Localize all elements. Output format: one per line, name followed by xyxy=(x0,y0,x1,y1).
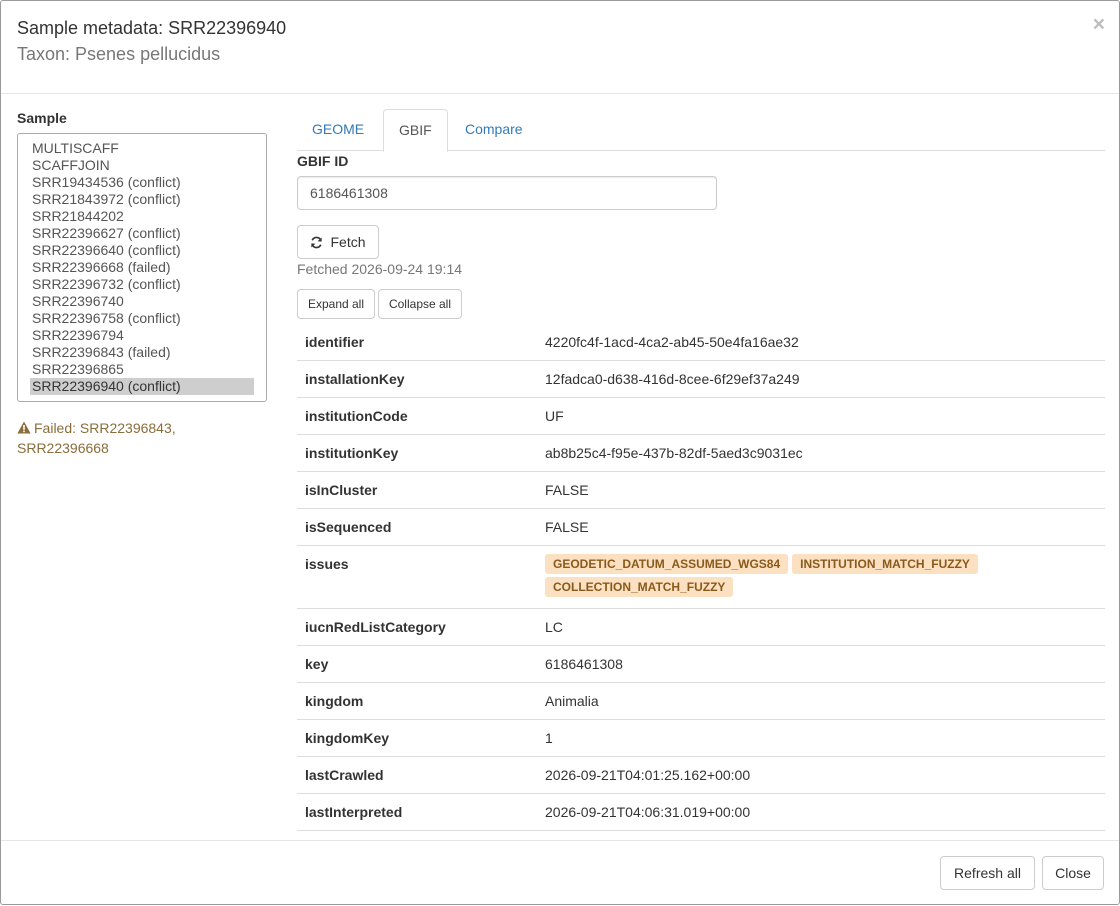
field-value: FALSE xyxy=(545,482,589,498)
field-value: 4220fc4f-1acd-4ca2-ab45-50e4fa16ae32 xyxy=(545,334,799,350)
issue-badges: GEODETIC_DATUM_ASSUMED_WGS84 INSTITUTION_… xyxy=(537,546,1105,608)
sample-option[interactable]: SRR22396640 (conflict) xyxy=(30,242,254,259)
table-row: lastCrawled 2026-09-21T04:01:25.162+00:00 xyxy=(297,757,1105,794)
field-name: institutionCode xyxy=(305,408,408,424)
sample-panel: Sample MULTISCAFF SCAFFJOIN SRR19434536 (c… xyxy=(17,110,267,458)
sample-option[interactable]: SRR22396732 (conflict) xyxy=(30,276,254,293)
modal-header: Sample metadata: SRR22396940 Taxon: Psen… xyxy=(1,1,1119,94)
sample-option[interactable]: SRR22396794 xyxy=(30,327,254,344)
field-value: Animalia xyxy=(545,693,599,709)
table-row: iucnRedListCategory LC xyxy=(297,609,1105,646)
field-value: FALSE xyxy=(545,519,589,535)
refresh-all-button[interactable]: Refresh all xyxy=(940,856,1035,890)
sample-option[interactable]: SRR22396843 (failed) xyxy=(30,344,254,361)
field-name: kingdomKey xyxy=(305,730,390,746)
sample-option[interactable]: SRR21843972 (conflict) xyxy=(30,191,254,208)
taxon-subtitle: Taxon: Psenes pellucidus xyxy=(17,44,221,64)
field-value: 12fadca0-d638-416d-8cee-6f29ef37a249 xyxy=(545,371,800,387)
sample-option[interactable]: SRR19434536 (conflict) xyxy=(30,174,254,191)
sample-option[interactable]: MULTISCAFF xyxy=(30,140,254,157)
sample-label: Sample xyxy=(17,110,67,126)
refresh-icon xyxy=(311,236,323,248)
field-name: iucnRedListCategory xyxy=(305,619,446,635)
table-row: issues GEODETIC_DATUM_ASSUMED_WGS84 INSTIT… xyxy=(297,546,1105,609)
fetched-timestamp: Fetched 2026-09-24 19:14 xyxy=(297,261,463,277)
sample-option[interactable]: SRR21844202 xyxy=(30,208,254,225)
sample-option[interactable]: SRR22396740 xyxy=(30,293,254,310)
modal-footer: Refresh all Close xyxy=(1,840,1119,906)
field-value: 1 xyxy=(545,730,553,746)
table-row: installationKey 12fadca0-d638-416d-8cee-6… xyxy=(297,361,1105,398)
tab-bar: GEOME GBIF Compare xyxy=(297,109,1105,152)
gbif-record-table: identifier 4220fc4f-1acd-4ca2-ab45-50e4fa… xyxy=(297,324,1105,831)
issue-badge: GEODETIC_DATUM_ASSUMED_WGS84 xyxy=(545,554,789,574)
failed-warning: Failed: SRR22396843, SRR22396668 xyxy=(17,418,267,458)
table-row: lastInterpreted 2026-09-21T04:06:31.019+0… xyxy=(297,794,1105,831)
table-row: institutionCode UF xyxy=(297,398,1105,435)
collapse-all-button[interactable]: Collapse all xyxy=(378,289,462,319)
fetch-label: Fetch xyxy=(330,234,366,250)
details-panel: GEOME GBIF Compare GBIF ID Fetch Fetched… xyxy=(297,109,1105,831)
modal-title: Sample metadata: SRR22396940 xyxy=(17,18,287,38)
table-row: kingdom Animalia xyxy=(297,683,1105,720)
field-name: lastCrawled xyxy=(305,767,384,783)
sample-listbox[interactable]: MULTISCAFF SCAFFJOIN SRR19434536 (conflict… xyxy=(17,133,267,402)
fetch-button[interactable]: Fetch xyxy=(297,225,379,259)
tab-geome[interactable]: GEOME xyxy=(297,109,379,151)
field-name: institutionKey xyxy=(305,445,399,461)
field-value: 6186461308 xyxy=(545,656,623,672)
field-name: lastInterpreted xyxy=(305,804,403,820)
table-row: isSequenced FALSE xyxy=(297,509,1105,546)
field-value: ab8b25c4-f95e-437b-82df-5aed3c9031ec xyxy=(545,445,803,461)
field-value: 2026-09-21T04:06:31.019+00:00 xyxy=(545,804,751,820)
field-name: isSequenced xyxy=(305,519,392,535)
field-value: 2026-09-21T04:01:25.162+00:00 xyxy=(545,767,751,783)
table-row: kingdomKey 1 xyxy=(297,720,1105,757)
close-icon[interactable]: × xyxy=(1093,14,1105,35)
sample-option[interactable]: SRR22396627 (conflict) xyxy=(30,225,254,242)
field-name: kingdom xyxy=(305,693,364,709)
failed-warning-text: Failed: SRR22396843, SRR22396668 xyxy=(17,420,176,456)
field-name: isInCluster xyxy=(305,482,378,498)
field-name: installationKey xyxy=(305,371,405,387)
table-row: institutionKey ab8b25c4-f95e-437b-82df-5a… xyxy=(297,435,1105,472)
tab-compare[interactable]: Compare xyxy=(450,109,538,151)
issue-badge: INSTITUTION_MATCH_FUZZY xyxy=(792,554,978,574)
table-row: key 6186461308 xyxy=(297,646,1105,683)
gbif-id-label: GBIF ID xyxy=(297,153,349,169)
sample-option[interactable]: SRR22396758 (conflict) xyxy=(30,310,254,327)
field-value: UF xyxy=(545,408,564,424)
field-name: issues xyxy=(305,556,349,572)
tab-gbif[interactable]: GBIF xyxy=(383,109,448,152)
field-name: identifier xyxy=(305,334,365,350)
table-row: isInCluster FALSE xyxy=(297,472,1105,509)
sample-option[interactable]: SRR22396940 (conflict) xyxy=(30,378,254,395)
expand-all-button[interactable]: Expand all xyxy=(297,289,375,319)
table-row: identifier 4220fc4f-1acd-4ca2-ab45-50e4fa… xyxy=(297,324,1105,361)
sample-option[interactable]: SRR22396865 xyxy=(30,361,254,378)
field-value: LC xyxy=(545,619,563,635)
gbif-id-input[interactable] xyxy=(297,176,717,210)
sample-option[interactable]: SCAFFJOIN xyxy=(30,157,254,174)
sample-metadata-modal: Sample metadata: SRR22396940 Taxon: Psen… xyxy=(0,0,1120,905)
warning-icon xyxy=(17,421,31,434)
sample-option[interactable]: SRR22396668 (failed) xyxy=(30,259,254,276)
close-button[interactable]: Close xyxy=(1042,856,1104,890)
issue-badge: COLLECTION_MATCH_FUZZY xyxy=(545,577,734,597)
field-name: key xyxy=(305,656,329,672)
